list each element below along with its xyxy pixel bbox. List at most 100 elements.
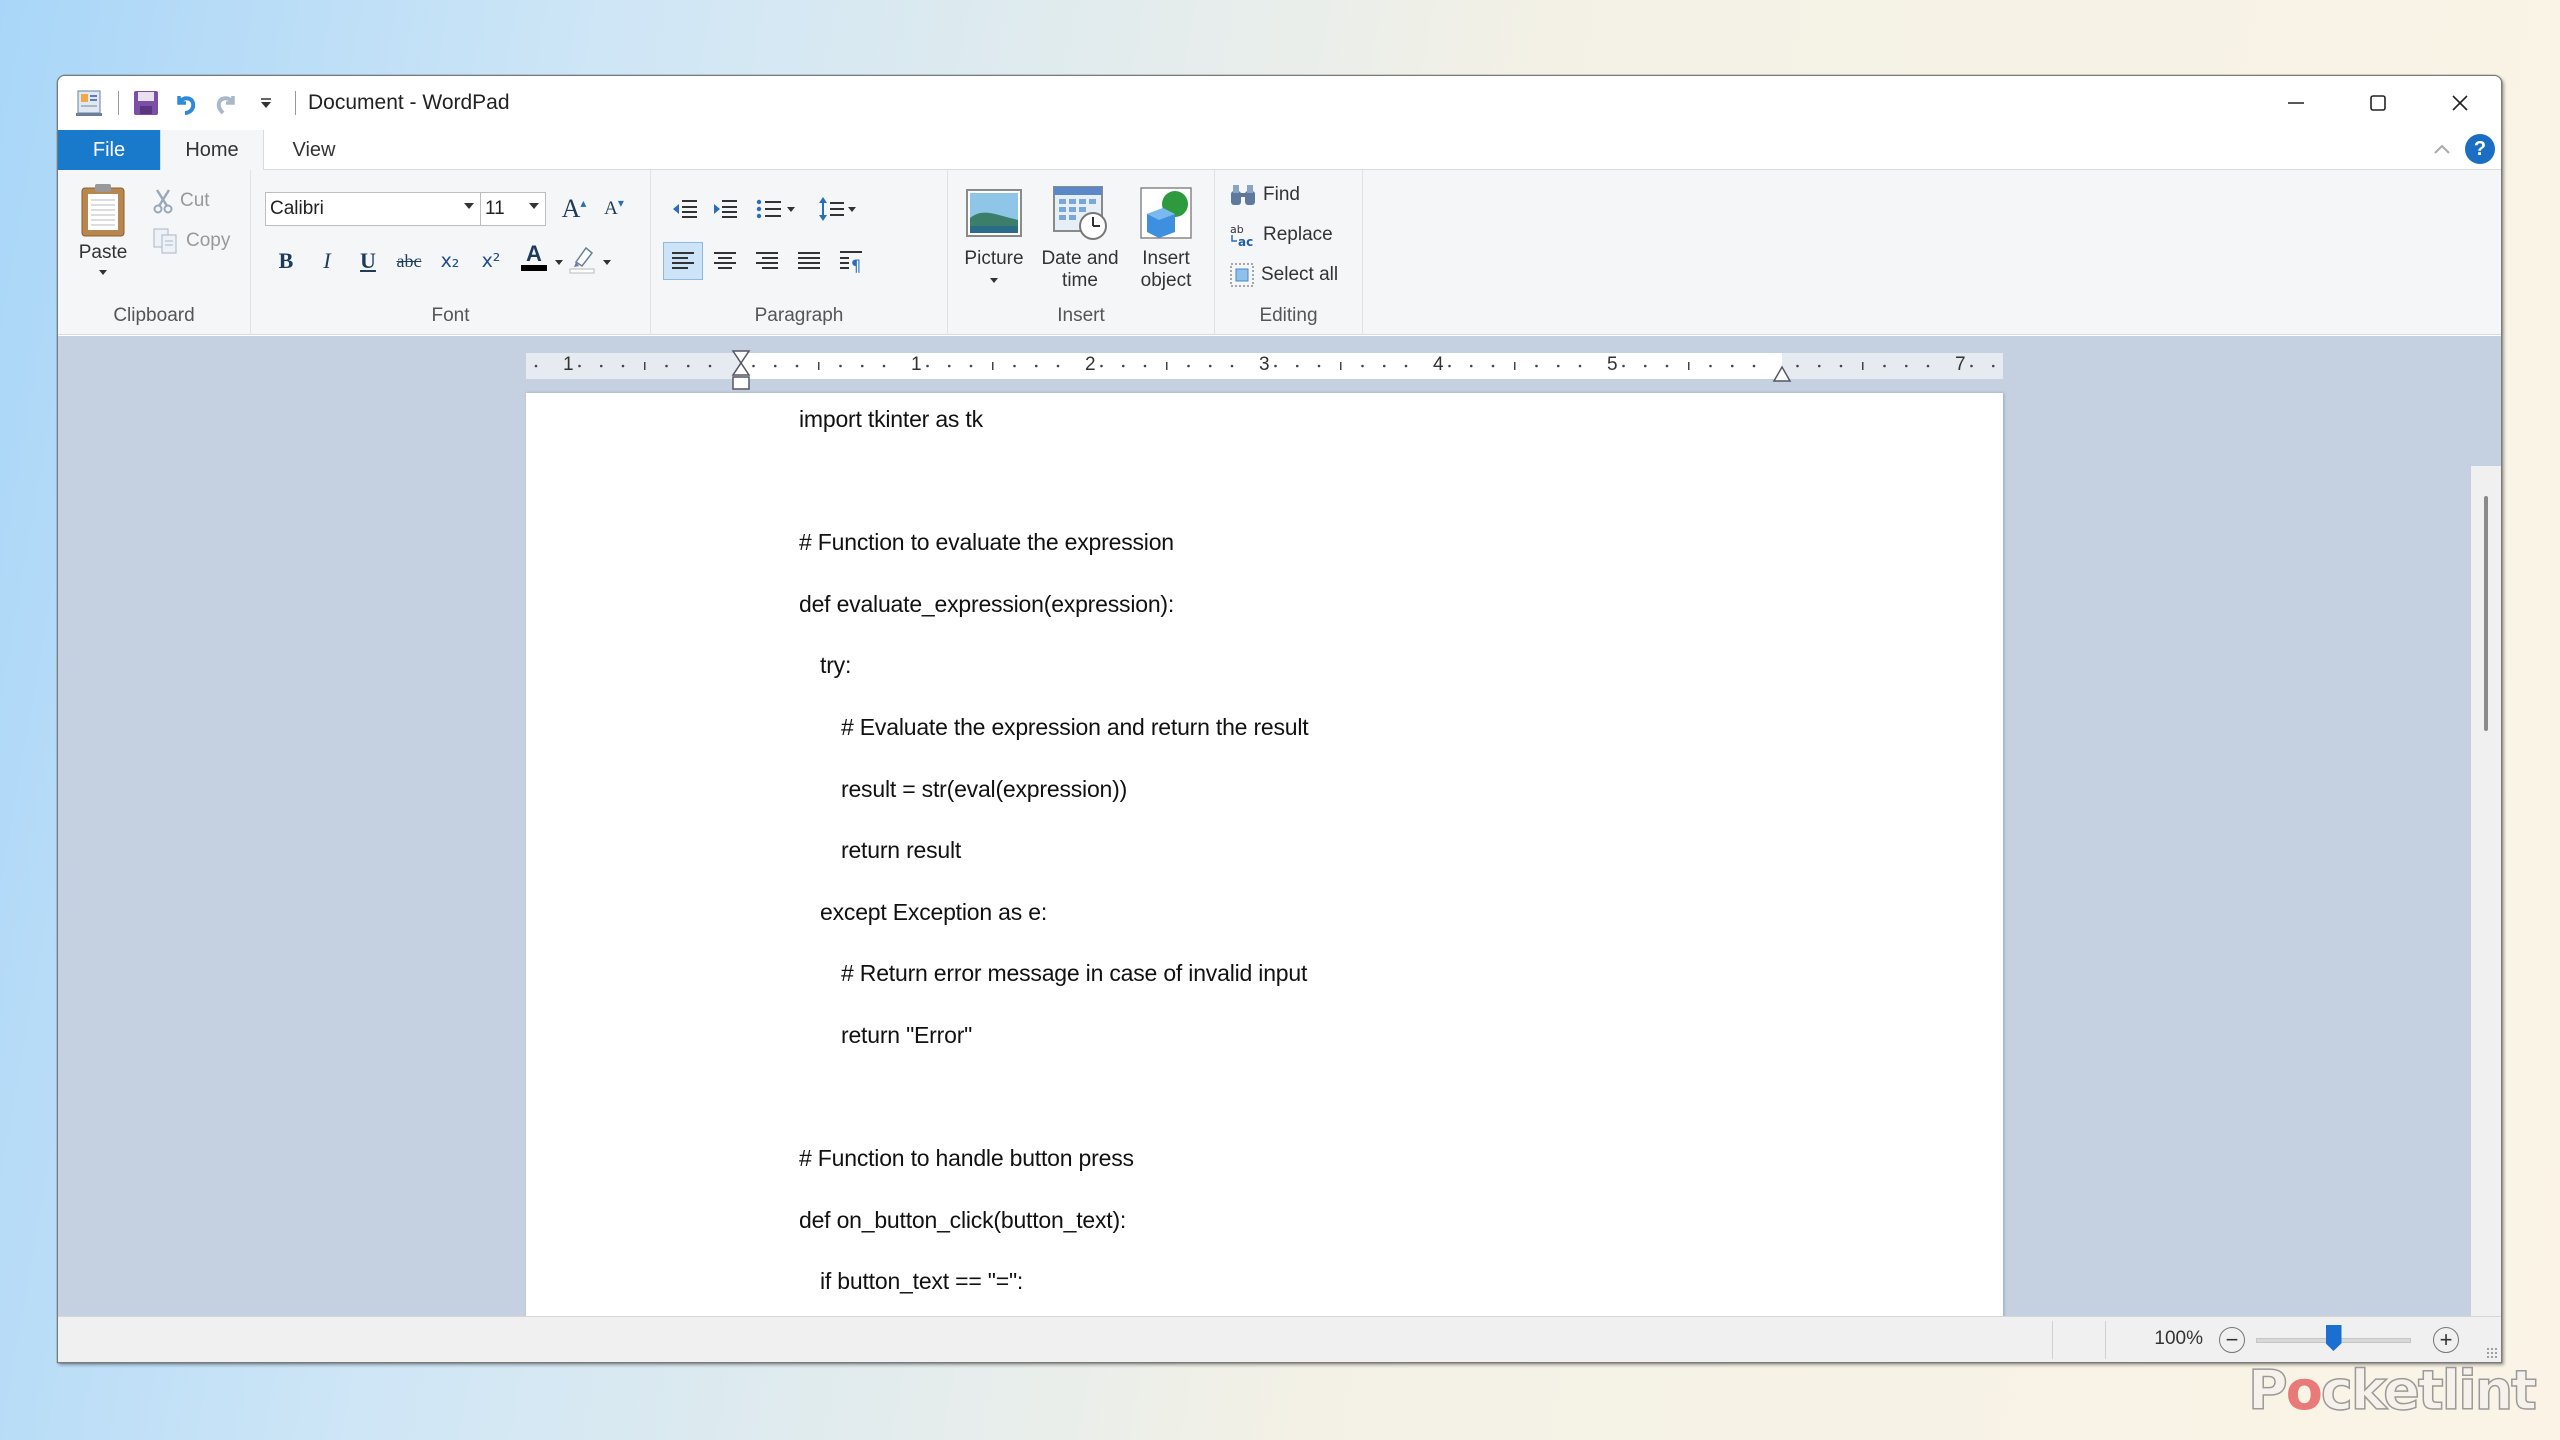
close-button[interactable] xyxy=(2419,76,2501,130)
title-bar: Document - WordPad xyxy=(58,76,2501,130)
insert-object-icon xyxy=(1140,187,1192,239)
highlighter-icon xyxy=(569,246,595,274)
paste-button[interactable]: Paste xyxy=(74,182,132,275)
wordpad-app-icon[interactable] xyxy=(74,88,104,118)
zoom-out-button[interactable]: − xyxy=(2219,1327,2245,1353)
ruler-tick xyxy=(860,364,864,368)
decrease-indent-button[interactable] xyxy=(667,192,703,226)
replace-button[interactable]: ab ac Replace xyxy=(1229,220,1333,250)
ruler-tick xyxy=(1991,364,1995,368)
increase-indent-button[interactable] xyxy=(707,192,743,226)
collapse-ribbon-icon[interactable] xyxy=(2433,143,2451,155)
document-line: # Function to handle button press xyxy=(799,1145,1134,1172)
left-indent-marker[interactable] xyxy=(731,349,751,391)
ruler-tick xyxy=(1469,364,1473,368)
ruler-tick xyxy=(1230,364,1234,368)
font-family-dropdown-icon xyxy=(464,203,474,209)
font-size-select[interactable]: 11 xyxy=(480,192,546,226)
select-all-label: Select all xyxy=(1261,264,1339,285)
shrink-font-icon: A xyxy=(604,198,618,219)
picture-icon xyxy=(966,189,1022,237)
tab-view[interactable]: View xyxy=(264,130,364,170)
copy-button[interactable]: Copy xyxy=(152,226,230,256)
right-indent-marker[interactable] xyxy=(1772,363,1792,383)
text-color-dropdown-icon[interactable] xyxy=(555,260,563,265)
maximize-icon xyxy=(2370,95,2386,111)
ruler[interactable]: 1 1 2 3 4 5 7 xyxy=(526,350,2003,390)
clipboard-group-label: Clipboard xyxy=(113,305,195,326)
shrink-font-button[interactable]: A ▾ xyxy=(597,192,631,226)
bold-icon: B xyxy=(278,248,294,273)
zoom-in-icon: + xyxy=(2439,1327,2453,1352)
ruler-tick xyxy=(1904,364,1908,368)
text-color-icon: A xyxy=(526,241,542,266)
text-color-button[interactable]: A xyxy=(517,240,551,274)
zoom-slider-thumb[interactable] xyxy=(2325,1325,2342,1351)
maximize-button[interactable] xyxy=(2337,76,2419,130)
insert-object-label-line1: Insert xyxy=(1142,248,1190,269)
paste-label: Paste xyxy=(78,242,128,263)
customize-qat-icon[interactable] xyxy=(251,88,281,118)
scrollbar-thumb[interactable] xyxy=(2484,496,2488,731)
paragraph-settings-button[interactable]: ¶ xyxy=(833,244,869,278)
insert-date-time-button[interactable]: Date and time xyxy=(1038,184,1122,292)
redo-icon[interactable] xyxy=(211,88,241,118)
minimize-button[interactable] xyxy=(2255,76,2337,130)
ruler-tick xyxy=(1796,364,1799,368)
window-title: Document - WordPad xyxy=(308,91,510,114)
insert-picture-button[interactable]: Picture xyxy=(952,184,1036,283)
align-left-button[interactable] xyxy=(663,242,703,280)
zoom-in-button[interactable]: + xyxy=(2433,1327,2459,1353)
undo-icon[interactable] xyxy=(171,88,201,118)
select-all-button[interactable]: Select all xyxy=(1229,260,1338,290)
watermark-power-o: o xyxy=(2285,1359,2323,1422)
highlight-button[interactable] xyxy=(565,242,599,276)
align-center-button[interactable] xyxy=(707,244,743,278)
ruler-tick xyxy=(1317,364,1321,368)
strikethrough-button[interactable]: abc xyxy=(392,244,426,278)
help-button[interactable]: ? xyxy=(2465,134,2495,164)
save-icon[interactable] xyxy=(131,88,161,118)
help-icon: ? xyxy=(2473,137,2487,160)
superscript-button[interactable]: x² xyxy=(474,244,508,278)
line-spacing-button[interactable] xyxy=(813,192,861,226)
insert-object-button[interactable]: Insert object xyxy=(1124,184,1208,292)
bullets-button[interactable] xyxy=(751,192,799,226)
ruler-tick xyxy=(599,364,603,368)
ruler-tick xyxy=(1643,364,1647,368)
pocketlint-watermark: Pocketlint xyxy=(2247,1358,2537,1423)
ruler-tick xyxy=(1817,364,1821,368)
find-button[interactable]: Find xyxy=(1229,180,1300,210)
window-controls xyxy=(2255,76,2501,130)
cut-button[interactable]: Cut xyxy=(152,186,210,216)
document-page[interactable]: import tkinter as tk # Function to evalua… xyxy=(526,393,2003,1317)
align-left-icon xyxy=(672,252,694,269)
ruler-tick xyxy=(1883,364,1886,368)
grow-font-button[interactable]: A ▴ xyxy=(557,192,591,226)
italic-button[interactable]: I xyxy=(310,244,344,278)
font-family-select[interactable]: Calibri xyxy=(265,192,481,226)
align-right-button[interactable] xyxy=(749,244,785,278)
find-binoculars-icon xyxy=(1231,185,1255,205)
highlight-dropdown-icon[interactable] xyxy=(603,260,611,265)
replace-icon: abac xyxy=(1230,223,1253,248)
bold-button[interactable]: B xyxy=(269,244,303,278)
ruler-tick xyxy=(578,364,581,368)
ruler-tick xyxy=(1491,364,1495,368)
date-time-label-line2: time xyxy=(1062,270,1098,291)
tab-file[interactable]: File xyxy=(58,130,160,170)
subscript-button[interactable]: x₂ xyxy=(433,244,467,278)
resize-grip[interactable] xyxy=(2486,1347,2498,1359)
clipboard-group: Paste Cut Copy Clipboard xyxy=(58,170,251,335)
underline-button[interactable]: U xyxy=(351,244,385,278)
ruler-tick xyxy=(686,364,690,368)
vertical-scrollbar[interactable] xyxy=(2471,466,2501,1317)
tab-home[interactable]: Home xyxy=(160,130,264,170)
justify-button[interactable] xyxy=(791,244,827,278)
paste-dropdown-icon[interactable] xyxy=(99,270,107,275)
document-line: if button_text == "=": xyxy=(820,1268,1024,1295)
ruler-tick xyxy=(1578,364,1582,368)
ruler-number: 1 xyxy=(911,354,922,375)
ruler-tick xyxy=(1709,364,1712,368)
select-all-icon xyxy=(1230,263,1254,287)
